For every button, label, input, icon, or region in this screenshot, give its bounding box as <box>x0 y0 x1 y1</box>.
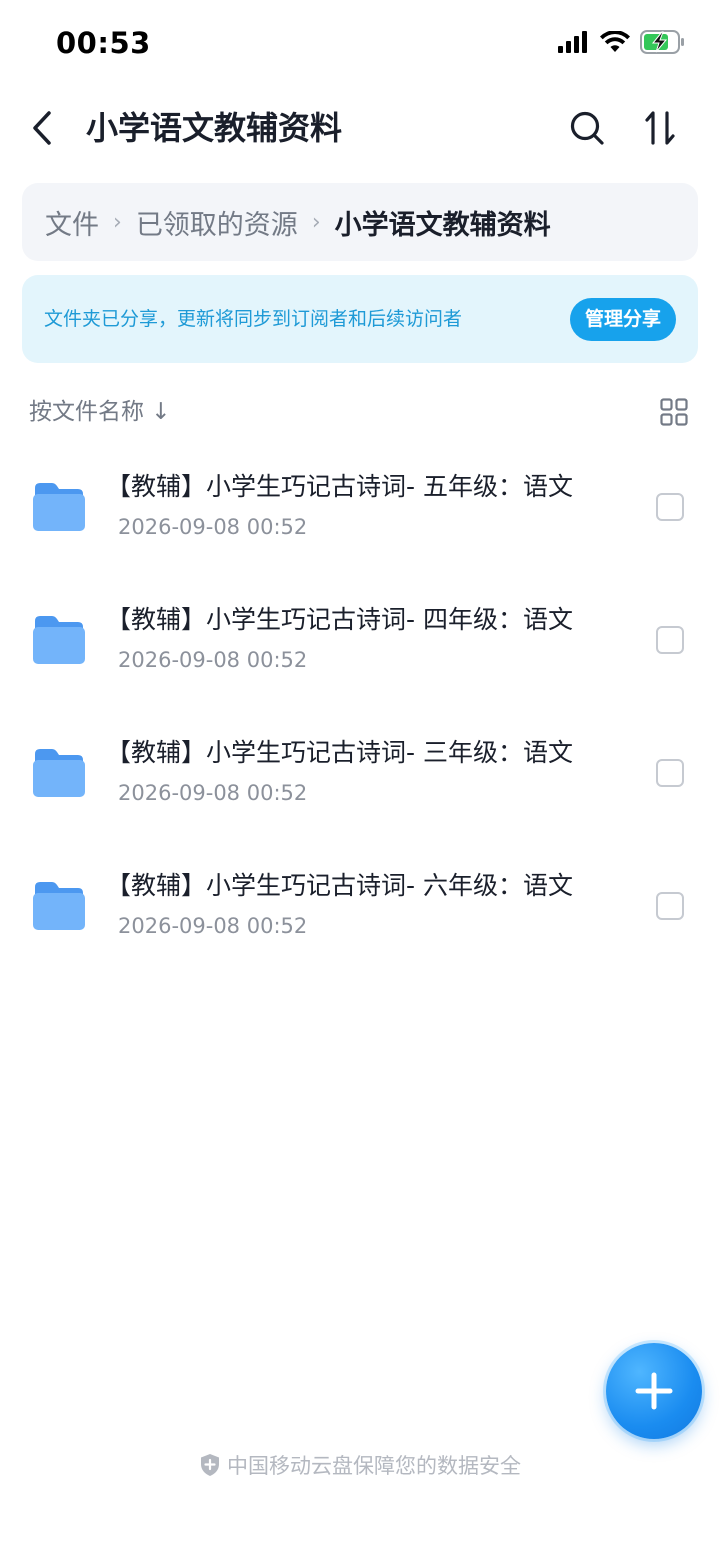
file-date: 2026-09-08 00:52 <box>118 914 308 938</box>
security-footer: 中国移动云盘保障您的数据安全 <box>0 1448 720 1482</box>
breadcrumb-separator: › <box>311 209 321 235</box>
search-icon <box>570 111 604 145</box>
share-banner: 文件夹已分享，更新将同步到订阅者和后续访问者 管理分享 <box>22 275 698 363</box>
screen: 00:53 小学语文教辅资料 文件 › 已领取的资源 › 小学语文教辅资料 文件… <box>0 0 720 1558</box>
shield-icon <box>201 1454 219 1476</box>
wifi-icon <box>600 31 630 52</box>
battery-charging-icon <box>640 30 684 54</box>
file-date: 2026-09-08 00:52 <box>118 648 308 672</box>
security-footer-text: 中国移动云盘保障您的数据安全 <box>227 1454 521 1478</box>
status-time: 00:53 <box>56 26 151 60</box>
back-button[interactable] <box>22 106 62 150</box>
file-checkbox[interactable] <box>656 759 684 787</box>
file-name: 【教辅】小学生巧记古诗词- 三年级：语文 <box>106 738 573 767</box>
file-date: 2026-09-08 00:52 <box>118 781 308 805</box>
folder-icon <box>33 483 85 531</box>
file-checkbox[interactable] <box>656 626 684 654</box>
folder-icon <box>33 882 85 930</box>
grid-view-icon[interactable] <box>660 398 688 426</box>
file-checkbox[interactable] <box>656 493 684 521</box>
search-button[interactable] <box>566 106 608 150</box>
file-row[interactable]: 【教辅】小学生巧记古诗词- 五年级：语文 2026-09-08 00:52 <box>0 448 720 581</box>
status-icons <box>558 30 686 54</box>
add-button[interactable] <box>606 1343 702 1439</box>
file-name: 【教辅】小学生巧记古诗词- 五年级：语文 <box>106 472 573 501</box>
sort-arrows-icon <box>645 111 675 145</box>
folder-icon <box>33 616 85 664</box>
sort-row: 按文件名称 ↓ <box>29 392 688 432</box>
page-title: 小学语文教辅资料 <box>86 109 343 147</box>
plus-icon <box>635 1372 673 1410</box>
header: 小学语文教辅资料 <box>0 96 720 160</box>
file-checkbox[interactable] <box>656 892 684 920</box>
file-date: 2026-09-08 00:52 <box>118 515 308 539</box>
signal-icon <box>558 31 587 53</box>
file-row[interactable]: 【教辅】小学生巧记古诗词- 六年级：语文 2026-09-08 00:52 <box>0 847 720 980</box>
file-row[interactable]: 【教辅】小学生巧记古诗词- 四年级：语文 2026-09-08 00:52 <box>0 581 720 714</box>
chevron-left-icon <box>33 111 51 145</box>
breadcrumb-item-claimed-resources[interactable]: 已领取的资源 <box>136 203 298 242</box>
share-banner-text: 文件夹已分享，更新将同步到订阅者和后续访问者 <box>44 308 463 330</box>
status-bar: 00:53 <box>0 0 720 90</box>
file-list: 【教辅】小学生巧记古诗词- 五年级：语文 2026-09-08 00:52 【教… <box>0 448 720 980</box>
breadcrumb-item-current: 小学语文教辅资料 <box>334 209 551 241</box>
file-name: 【教辅】小学生巧记古诗词- 四年级：语文 <box>106 605 573 634</box>
sort-by-name-toggle[interactable]: 按文件名称 ↓ <box>29 392 171 432</box>
breadcrumb-separator: › <box>113 209 122 235</box>
breadcrumb: 文件 › 已领取的资源 › 小学语文教辅资料 <box>22 183 698 261</box>
folder-icon <box>33 749 85 797</box>
file-row[interactable]: 【教辅】小学生巧记古诗词- 三年级：语文 2026-09-08 00:52 <box>0 714 720 847</box>
file-name: 【教辅】小学生巧记古诗词- 六年级：语文 <box>106 871 573 900</box>
manage-share-button[interactable]: 管理分享 <box>569 298 676 341</box>
breadcrumb-item-files[interactable]: 文件 <box>45 203 99 242</box>
sort-button[interactable] <box>638 106 682 150</box>
